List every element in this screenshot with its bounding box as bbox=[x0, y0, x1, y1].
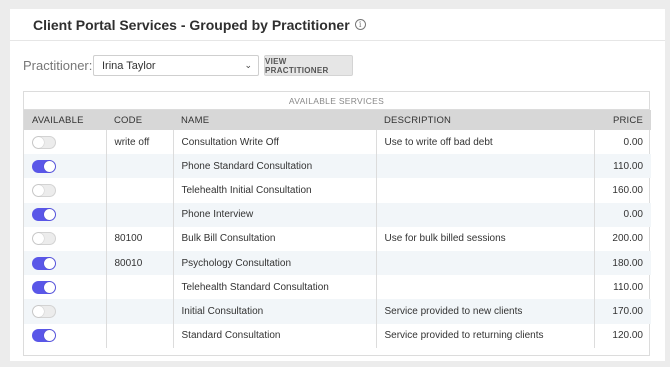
service-code bbox=[106, 323, 174, 348]
service-name: Telehealth Initial Consultation bbox=[173, 178, 377, 203]
availability-toggle[interactable] bbox=[32, 208, 56, 222]
practitioner-row: Practitioner: Irina Taylor ⌄ VIEW PRACTI… bbox=[23, 55, 353, 76]
table-row: Phone Interview 0.00 bbox=[24, 202, 651, 227]
service-name: Standard Consultation bbox=[173, 323, 377, 348]
column-header-name[interactable]: NAME bbox=[173, 110, 376, 130]
column-header-available[interactable]: AVAILABLE bbox=[24, 110, 106, 130]
available-cell bbox=[24, 226, 107, 251]
service-price: 0.00 bbox=[623, 209, 643, 221]
available-cell bbox=[24, 250, 107, 276]
service-name: Telehealth Standard Consultation bbox=[173, 275, 377, 300]
table-header-row: AVAILABLE CODE NAME DESCRIPTION PRICE bbox=[24, 110, 651, 130]
service-name: Consultation Write Off bbox=[173, 130, 377, 155]
view-practitioner-button[interactable]: VIEW PRACTITIONER bbox=[264, 55, 353, 76]
practitioner-select-value: Irina Taylor bbox=[102, 59, 156, 72]
service-price: 200.00 bbox=[612, 233, 643, 245]
service-name: Phone Interview bbox=[173, 202, 377, 227]
service-description bbox=[376, 178, 595, 203]
table-row: Telehealth Initial Consultation 160.00 bbox=[24, 178, 651, 203]
service-price: 180.00 bbox=[612, 257, 643, 269]
service-description: Use to write off bad debt bbox=[376, 130, 595, 155]
service-price: 110.00 bbox=[613, 160, 643, 172]
service-description bbox=[376, 202, 595, 227]
service-code bbox=[106, 299, 174, 324]
service-description bbox=[376, 154, 595, 179]
page-title: Client Portal Services - Grouped by Prac… bbox=[33, 16, 350, 33]
available-cell bbox=[24, 202, 107, 227]
column-header-description[interactable]: DESCRIPTION bbox=[376, 110, 594, 130]
service-code bbox=[106, 202, 174, 227]
column-header-price[interactable]: PRICE bbox=[594, 110, 651, 130]
availability-toggle[interactable] bbox=[32, 232, 56, 246]
available-cell bbox=[24, 154, 107, 179]
service-code bbox=[106, 154, 174, 179]
service-code: 80100 bbox=[106, 226, 174, 251]
service-price: 110.00 bbox=[613, 281, 643, 293]
service-name: Psychology Consultation bbox=[173, 250, 377, 276]
table-row: Phone Standard Consultation 110.00 bbox=[24, 154, 651, 179]
card-header: Client Portal Services - Grouped by Prac… bbox=[10, 9, 665, 41]
available-cell bbox=[24, 275, 107, 300]
service-description: Service provided to returning clients bbox=[376, 323, 595, 348]
service-description: Use for bulk billed sessions bbox=[376, 226, 595, 251]
service-price: 170.00 bbox=[612, 305, 643, 317]
practitioner-label: Practitioner: bbox=[23, 58, 93, 73]
availability-toggle[interactable] bbox=[32, 280, 56, 294]
table-row: 80010 Psychology Consultation 180.00 bbox=[24, 250, 651, 276]
service-code bbox=[106, 275, 174, 300]
column-header-code[interactable]: CODE bbox=[106, 110, 173, 130]
available-cell bbox=[24, 299, 107, 324]
available-cell bbox=[24, 130, 107, 155]
availability-toggle[interactable] bbox=[32, 135, 56, 149]
service-code bbox=[106, 178, 174, 203]
table-caption: AVAILABLE SERVICES bbox=[24, 92, 649, 110]
available-cell bbox=[24, 178, 107, 203]
services-card: Client Portal Services - Grouped by Prac… bbox=[10, 9, 665, 361]
table-row: 80100 Bulk Bill Consultation Use for bulk … bbox=[24, 226, 651, 251]
availability-toggle[interactable] bbox=[32, 183, 56, 197]
services-table: AVAILABLE SERVICES AVAILABLE CODE NAME D… bbox=[23, 91, 651, 356]
practitioner-select[interactable]: Irina Taylor ⌄ bbox=[93, 55, 259, 76]
service-description bbox=[376, 250, 595, 276]
table-row: write off Consultation Write Off Use to wr… bbox=[24, 130, 651, 155]
info-icon[interactable]: i bbox=[354, 19, 366, 30]
service-description: Service provided to new clients bbox=[376, 299, 595, 324]
service-price: 120.00 bbox=[612, 330, 643, 342]
service-price: 160.00 bbox=[612, 184, 643, 196]
service-price: 0.00 bbox=[623, 136, 643, 148]
table-row: Telehealth Standard Consultation 110.00 bbox=[24, 275, 651, 300]
service-description bbox=[376, 275, 595, 300]
availability-toggle[interactable] bbox=[32, 304, 56, 318]
table-row: Initial Consultation Service provided to … bbox=[24, 299, 651, 324]
service-name: Phone Standard Consultation bbox=[173, 154, 377, 179]
availability-toggle[interactable] bbox=[32, 256, 56, 270]
available-cell bbox=[24, 323, 107, 348]
service-name: Bulk Bill Consultation bbox=[173, 226, 377, 251]
service-code: write off bbox=[106, 130, 174, 155]
service-name: Initial Consultation bbox=[173, 299, 377, 324]
availability-toggle[interactable] bbox=[32, 159, 56, 173]
availability-toggle[interactable] bbox=[32, 329, 56, 343]
table-row: Standard Consultation Service provided to… bbox=[24, 323, 651, 348]
chevron-down-icon: ⌄ bbox=[244, 60, 252, 70]
service-code: 80010 bbox=[106, 250, 174, 276]
